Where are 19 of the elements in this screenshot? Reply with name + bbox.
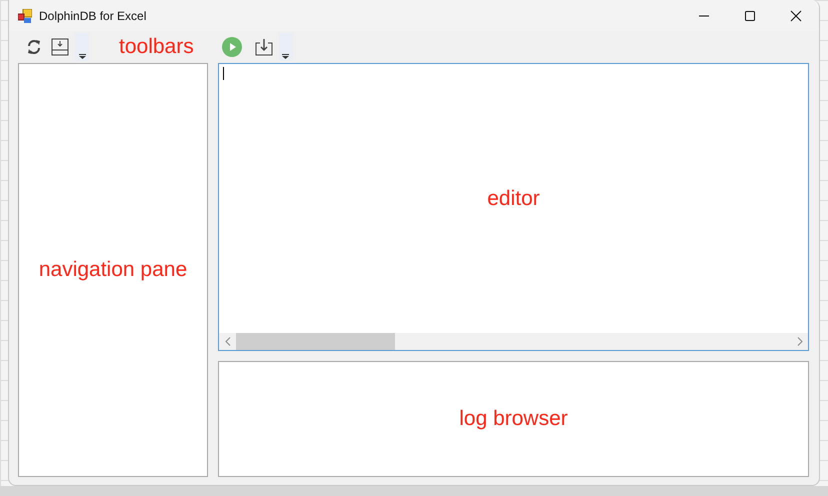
export-icon bbox=[254, 38, 273, 56]
window-title: DolphinDB for Excel bbox=[39, 8, 148, 22]
dropdown-button[interactable] bbox=[75, 33, 89, 61]
editor[interactable]: editor bbox=[218, 63, 809, 351]
dropdown-button[interactable] bbox=[278, 33, 293, 61]
toolbars-annotation: toolbars bbox=[119, 35, 194, 59]
caret-icon bbox=[78, 54, 86, 59]
app-icon bbox=[18, 8, 32, 22]
editor-annotation: editor bbox=[487, 186, 540, 210]
scrollbar-thumb[interactable] bbox=[236, 333, 395, 350]
refresh-icon bbox=[26, 38, 42, 56]
maximize-icon bbox=[744, 10, 756, 22]
close-icon bbox=[790, 10, 802, 22]
log-browser-annotation: log browser bbox=[459, 407, 568, 431]
text-cursor bbox=[223, 67, 224, 80]
caret-icon bbox=[282, 54, 290, 59]
navigation-pane-annotation: navigation pane bbox=[38, 258, 188, 282]
tray-download-icon bbox=[51, 38, 69, 56]
play-icon bbox=[222, 37, 242, 57]
